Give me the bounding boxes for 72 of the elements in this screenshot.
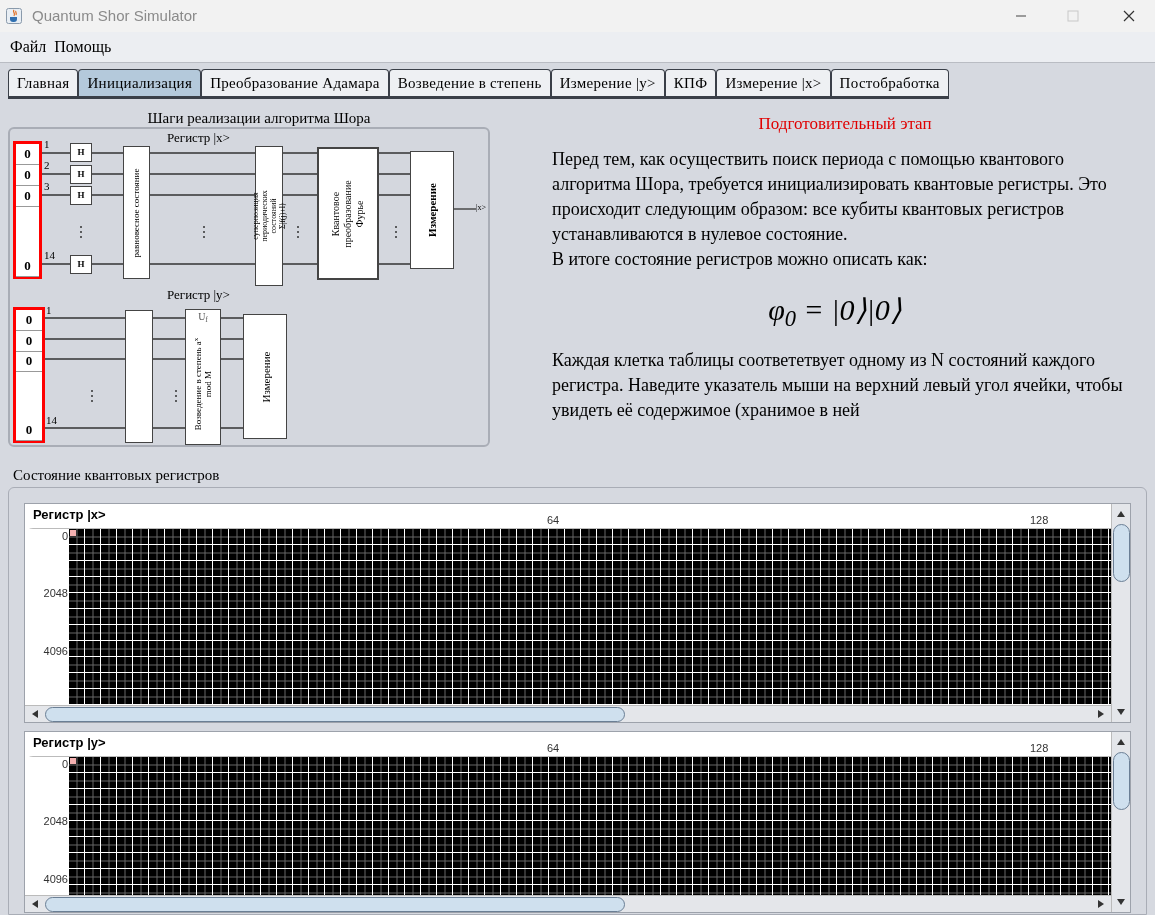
column-tick: 64 (547, 742, 560, 754)
tab[interactable]: Измерение |y> (550, 69, 665, 99)
circuit-block: равновесное состояние (123, 146, 150, 279)
coffee-cup-icon (6, 8, 22, 24)
wire-line (453, 208, 477, 210)
info-paragraph: Перед тем, как осуществить поиск периода с помощью квантового алгоритма Шора, требуется инициализировать квантовые регистры. Это происходит следующим образом: все кубиты квантовых регистров устанавливаются в нулевое состояние. (552, 148, 1108, 246)
circuit-block: Измерение (243, 314, 287, 439)
qubit-value: 0 (16, 310, 42, 331)
row-tick: 2048 (43, 815, 68, 827)
gate-box: H (70, 255, 92, 274)
vertical-ellipsis-icon (90, 389, 94, 403)
row-tick: 4096 (43, 873, 68, 885)
section-heading: Подготовительный этап (757, 113, 933, 135)
line-number: 2 (44, 160, 50, 171)
row-tick: 0 (61, 758, 68, 770)
close-icon[interactable] (1123, 10, 1135, 22)
column-tick: 128 (1030, 742, 1049, 754)
line-number: 1 (44, 139, 50, 150)
tab[interactable]: Инициализация (78, 69, 202, 99)
qubit-value: 0 (16, 420, 42, 441)
vertical-ellipsis-icon (296, 225, 300, 239)
qubit-value: 0 (16, 186, 39, 207)
column-tick: 128 (1030, 514, 1049, 526)
register-label: Регистр |x> (167, 131, 230, 145)
diagram-title: Шаги реализации алгоритма Шора (146, 109, 372, 127)
scrollbar-thumb[interactable] (45, 896, 625, 912)
line-number: 14 (44, 250, 55, 261)
scrollbar-thumb[interactable] (45, 706, 625, 722)
horizontal-scrollbar[interactable] (25, 705, 1111, 722)
circuit-block: Измерение (410, 151, 454, 269)
tab[interactable]: Преобразование Адамара (201, 69, 389, 99)
menu-item[interactable]: Помощь (54, 35, 112, 59)
row-tick: 2048 (43, 587, 68, 599)
vertical-ellipsis-icon (394, 225, 398, 239)
register-label: Регистр |y> (167, 288, 230, 302)
column-tick: 64 (547, 514, 560, 526)
menu-item[interactable]: Файл (10, 35, 47, 59)
line-number: 14 (46, 415, 57, 426)
register-title: Регистр |x> (33, 508, 106, 522)
info-paragraph: Каждая клетка таблицы соответетвует одному из N состояний каждого регистра. Наведите указатель мыши на верхний левый угол ячейки, чтобы увидеть её содержимое (хранимое в ней (552, 349, 1124, 422)
vertical-ellipsis-icon (202, 225, 206, 239)
scrollbar-thumb[interactable] (1112, 752, 1130, 810)
line-number: 3 (44, 181, 50, 192)
qubit-value: 0 (16, 256, 39, 277)
window-title: Quantum Shor Simulator (32, 5, 198, 26)
vertical-scrollbar[interactable] (1111, 732, 1130, 912)
qubit-value: 0 (16, 331, 42, 352)
scrollbar-thumb[interactable] (1112, 524, 1130, 582)
qubit-value: 0 (16, 351, 42, 372)
qubit-value: 0 (16, 144, 39, 165)
row-tick: 0 (61, 530, 68, 542)
vertical-ellipsis-icon (79, 225, 83, 239)
gate-box: H (70, 165, 92, 184)
tab[interactable]: Постобработка (830, 69, 949, 99)
qubit-value: 0 (16, 165, 39, 186)
tab[interactable]: КПФ (664, 69, 717, 99)
vertical-scrollbar[interactable] (1111, 504, 1130, 722)
gate-box: H (70, 186, 92, 205)
output-label: |x> (476, 203, 487, 213)
vertical-ellipsis-icon (174, 389, 178, 403)
gate-box: H (70, 143, 92, 162)
tab[interactable]: Главная (8, 69, 79, 99)
state-formula: φ$_{0}$ = |0⟩|0⟩ (768, 292, 902, 330)
info-paragraph: В итоге состояние регистров можно описать как: (552, 248, 929, 271)
register-title: Регистр |y> (33, 736, 106, 750)
circuit-block: Квантовое преобразование Фурье (317, 147, 379, 280)
tab[interactable]: Измерение |x> (716, 69, 831, 99)
horizontal-scrollbar[interactable] (25, 895, 1111, 912)
line-number: 1 (46, 305, 52, 316)
tab[interactable]: Возведение в степень (388, 69, 551, 99)
row-tick: 4096 (43, 645, 68, 657)
section-title: Состояние квантовых регистров (13, 466, 221, 484)
